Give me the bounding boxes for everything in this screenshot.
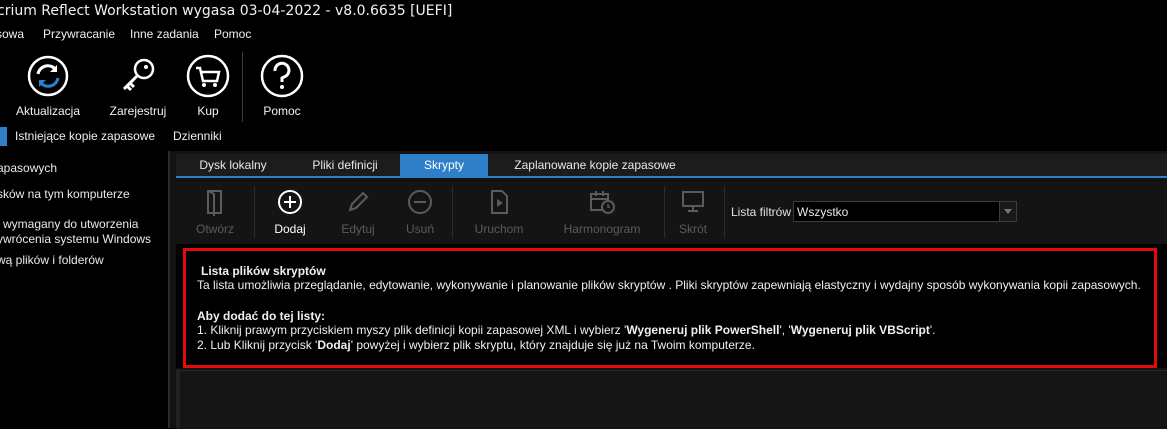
tab-local-disk[interactable]: Dysk lokalny: [186, 154, 280, 176]
run-script-icon: [491, 190, 508, 214]
desktop-shortcut-icon: [682, 191, 704, 212]
menu-help[interactable]: Pomoc: [214, 24, 251, 44]
schedule-label: Harmonogram: [563, 222, 641, 236]
buy-button[interactable]: Kup: [168, 54, 248, 124]
left-panel: apasowych sków na tym komputerze i wymag…: [0, 151, 168, 428]
title-bar: crium Reflect Workstation wygasa 03-04-2…: [0, 0, 1167, 22]
delete-button[interactable]: Usuń: [392, 186, 448, 238]
subtab-bar: Istniejące kopie zapasowe Dzienniki: [0, 127, 1167, 146]
left-item-backups[interactable]: apasowych: [0, 161, 57, 176]
tab-scheduled-backups[interactable]: Zaplanowane kopie zapasowe: [500, 154, 690, 176]
left-item-files-folders[interactable]: wą plików i folderów: [0, 253, 104, 268]
left-item-required-line2[interactable]: ywrócenia systemu Windows: [0, 232, 151, 247]
edit-label: Edytuj: [341, 222, 375, 236]
calendar-clock-icon: [590, 191, 615, 214]
subtab-logs[interactable]: Dzienniki: [173, 127, 222, 146]
tab-definition-files[interactable]: Pliki definicji: [300, 154, 390, 176]
register-button[interactable]: Zarejestruj: [98, 54, 178, 124]
menu-restore[interactable]: Przywracanie: [43, 24, 115, 44]
cart-icon: [186, 54, 230, 98]
filter-dropdown[interactable]: Wszystko: [793, 201, 1017, 222]
help-label: Pomoc: [263, 104, 301, 118]
filter-value: Wszystko: [797, 205, 849, 219]
update-label: Aktualizacja: [15, 104, 81, 118]
help-button[interactable]: Pomoc: [242, 54, 322, 124]
open-label: Otwórz: [195, 222, 234, 236]
script-list[interactable]: [176, 370, 1167, 429]
add-circle-icon: [278, 190, 302, 214]
update-icon: [27, 55, 69, 97]
register-label: Zarejestruj: [109, 104, 167, 118]
left-item-disks[interactable]: sków na tym komputerze: [0, 187, 130, 202]
left-item-required-line1[interactable]: i wymagany do utworzenia: [0, 217, 138, 232]
filter-label: Lista filtrów: [731, 205, 792, 219]
update-button[interactable]: Aktualizacja: [8, 54, 88, 124]
window-title: crium Reflect Workstation wygasa 03-04-2…: [0, 3, 453, 19]
tab-scripts[interactable]: Skrypty: [400, 154, 488, 176]
add-button[interactable]: Dodaj: [262, 186, 318, 238]
menu-backup[interactable]: sowa: [0, 24, 24, 44]
run-button[interactable]: Uruchom: [464, 186, 534, 238]
remove-circle-icon: [408, 190, 432, 214]
edit-button[interactable]: Edytuj: [330, 186, 386, 238]
list-left-edge: [176, 370, 180, 428]
open-document-icon: [207, 190, 222, 216]
subtab-existing-backups[interactable]: Istniejące kopie zapasowe: [15, 127, 155, 146]
pencil-icon: [348, 191, 369, 212]
open-button[interactable]: Otwórz: [186, 186, 244, 238]
toolbar-separator: [724, 186, 725, 238]
buy-label: Kup: [197, 104, 219, 118]
toolbar-separator: [254, 186, 255, 238]
toolbar-separator: [664, 186, 665, 238]
shortcut-label: Skrót: [678, 222, 707, 236]
delete-label: Usuń: [405, 222, 434, 236]
schedule-button[interactable]: Harmonogram: [552, 186, 652, 238]
help-icon: [260, 54, 304, 98]
menu-other-tasks[interactable]: Inne zadania: [130, 24, 199, 44]
add-label: Dodaj: [274, 222, 306, 236]
menu-bar: sowa Przywracanie Inne zadania Pomoc: [0, 24, 1167, 44]
shortcut-button[interactable]: Skrót: [668, 186, 718, 238]
key-icon: [122, 58, 155, 92]
toolbar-separator: [452, 186, 453, 238]
highlight-frame: [183, 248, 1157, 368]
chevron-down-icon[interactable]: [999, 202, 1016, 221]
run-label: Uruchom: [474, 222, 524, 236]
